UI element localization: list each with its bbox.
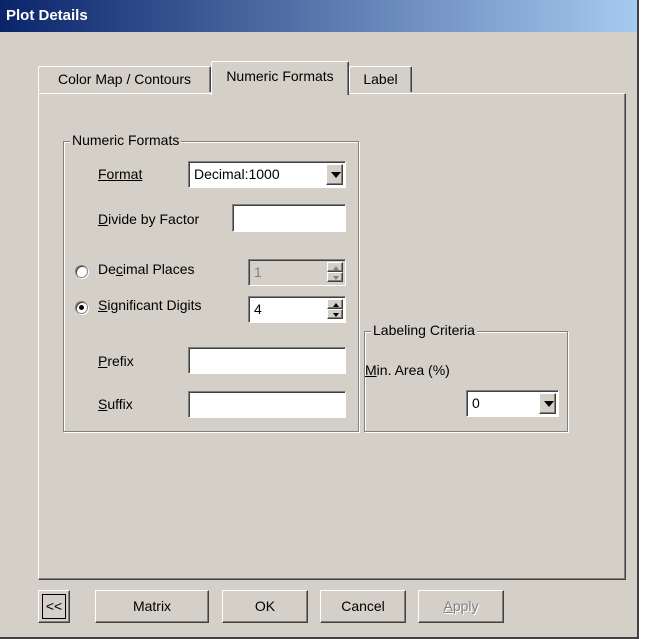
tab-label[interactable]: Label	[349, 66, 412, 92]
significant-digits-spin-buttons[interactable]	[327, 299, 343, 320]
labeling-criteria-group-title: Labeling Criteria	[371, 322, 477, 338]
radio-selected-dot	[79, 305, 84, 310]
tab-numeric-formats[interactable]: Numeric Formats	[211, 61, 349, 95]
decimal-places-radio[interactable]	[75, 265, 88, 278]
chevron-down-icon[interactable]	[326, 164, 343, 185]
numeric-formats-group-title: Numeric Formats	[70, 132, 182, 148]
significant-digits-label: Significant Digits	[98, 297, 202, 313]
spin-down-icon[interactable]	[327, 309, 343, 319]
divide-by-factor-input[interactable]	[232, 204, 346, 232]
min-area-dropdown[interactable]: 0	[466, 390, 559, 417]
significant-digits-value: 4	[254, 301, 262, 317]
plot-details-dialog: Plot Details Color Map / Contours Label …	[0, 0, 639, 639]
suffix-label: Suffix	[98, 396, 133, 412]
divide-by-factor-label: Divide by Factor	[98, 211, 200, 227]
spin-down-icon[interactable]	[327, 272, 343, 282]
labeling-criteria-group: Labeling Criteria Min. Area (%) 0	[364, 322, 568, 432]
apply-button[interactable]: Apply	[418, 590, 504, 623]
min-area-label: Min. Area (%)	[365, 362, 450, 378]
spin-up-icon[interactable]	[327, 262, 343, 272]
collapse-button[interactable]: <<	[38, 590, 70, 623]
decimal-places-spinner[interactable]: 1	[248, 259, 346, 286]
min-area-value: 0	[472, 395, 480, 411]
prefix-input[interactable]	[188, 347, 346, 374]
format-value: Decimal:1000	[194, 166, 280, 182]
significant-digits-radio[interactable]	[75, 301, 88, 314]
numeric-formats-group: Numeric Formats Format Decimal:1000 Divi…	[63, 132, 359, 432]
significant-digits-spinner[interactable]: 4	[248, 296, 346, 323]
tab-color-map-contours[interactable]: Color Map / Contours	[38, 66, 211, 92]
tab-panel: Numeric Formats Format Decimal:1000 Divi…	[38, 93, 626, 580]
format-label: Format	[98, 166, 143, 182]
dialog-title: Plot Details	[6, 7, 88, 24]
ok-button[interactable]: OK	[222, 590, 308, 623]
format-dropdown[interactable]: Decimal:1000	[188, 161, 346, 188]
cancel-button[interactable]: Cancel	[320, 590, 406, 623]
prefix-label: Prefix	[98, 353, 134, 369]
spin-up-icon[interactable]	[327, 299, 343, 309]
matrix-button[interactable]: Matrix	[95, 590, 209, 623]
suffix-input[interactable]	[188, 391, 346, 418]
chevron-down-icon[interactable]	[539, 393, 556, 414]
decimal-places-spin-buttons[interactable]	[327, 262, 343, 283]
decimal-places-value: 1	[254, 264, 262, 280]
title-bar[interactable]: Plot Details	[0, 0, 637, 32]
decimal-places-label: Decimal Places	[98, 261, 195, 277]
